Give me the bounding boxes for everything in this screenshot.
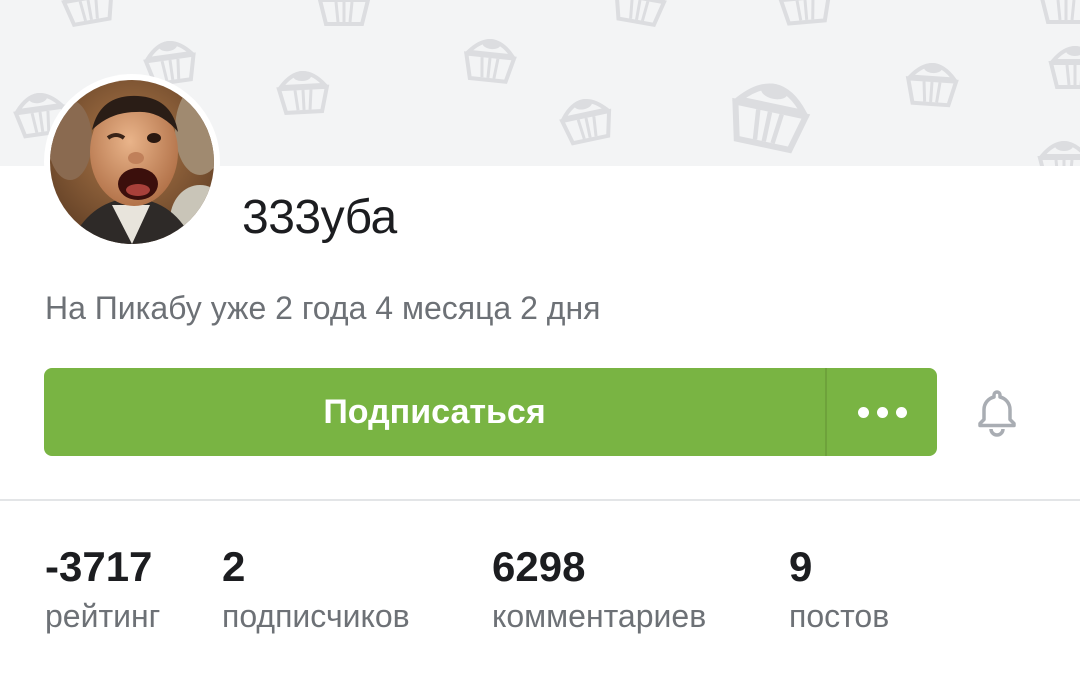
section-divider [0, 499, 1080, 501]
stat-rating[interactable]: -3717 рейтинг [45, 542, 160, 638]
username: 333уба [242, 191, 397, 244]
stat-rating-label: рейтинг [45, 598, 161, 634]
stat-subscribers-value: 2 [222, 543, 246, 590]
avatar-image [50, 80, 214, 244]
stat-subscribers-label: подписчиков [222, 598, 410, 634]
more-dots-icon [854, 406, 911, 418]
stat-posts[interactable]: 9 постов [789, 542, 889, 638]
stat-comments-value: 6298 [492, 543, 586, 590]
stat-posts-value: 9 [789, 543, 813, 590]
stat-comments[interactable]: 6298 комментариев [492, 542, 706, 638]
stat-rating-value: -3717 [45, 543, 153, 590]
stat-subscribers[interactable]: 2 подписчиков [222, 542, 410, 638]
stat-comments-label: комментариев [492, 598, 707, 634]
stat-posts-label: постов [789, 598, 890, 634]
avatar[interactable] [44, 74, 220, 250]
notifications-bell-button[interactable] [972, 388, 1022, 438]
more-button[interactable] [827, 368, 937, 456]
bell-icon [978, 390, 1016, 437]
subscribe-button[interactable]: Подписаться [44, 368, 825, 456]
member-since: На Пикабу уже 2 года 4 месяца 2 дня [45, 290, 601, 326]
subscribe-group: Подписаться [44, 368, 937, 456]
